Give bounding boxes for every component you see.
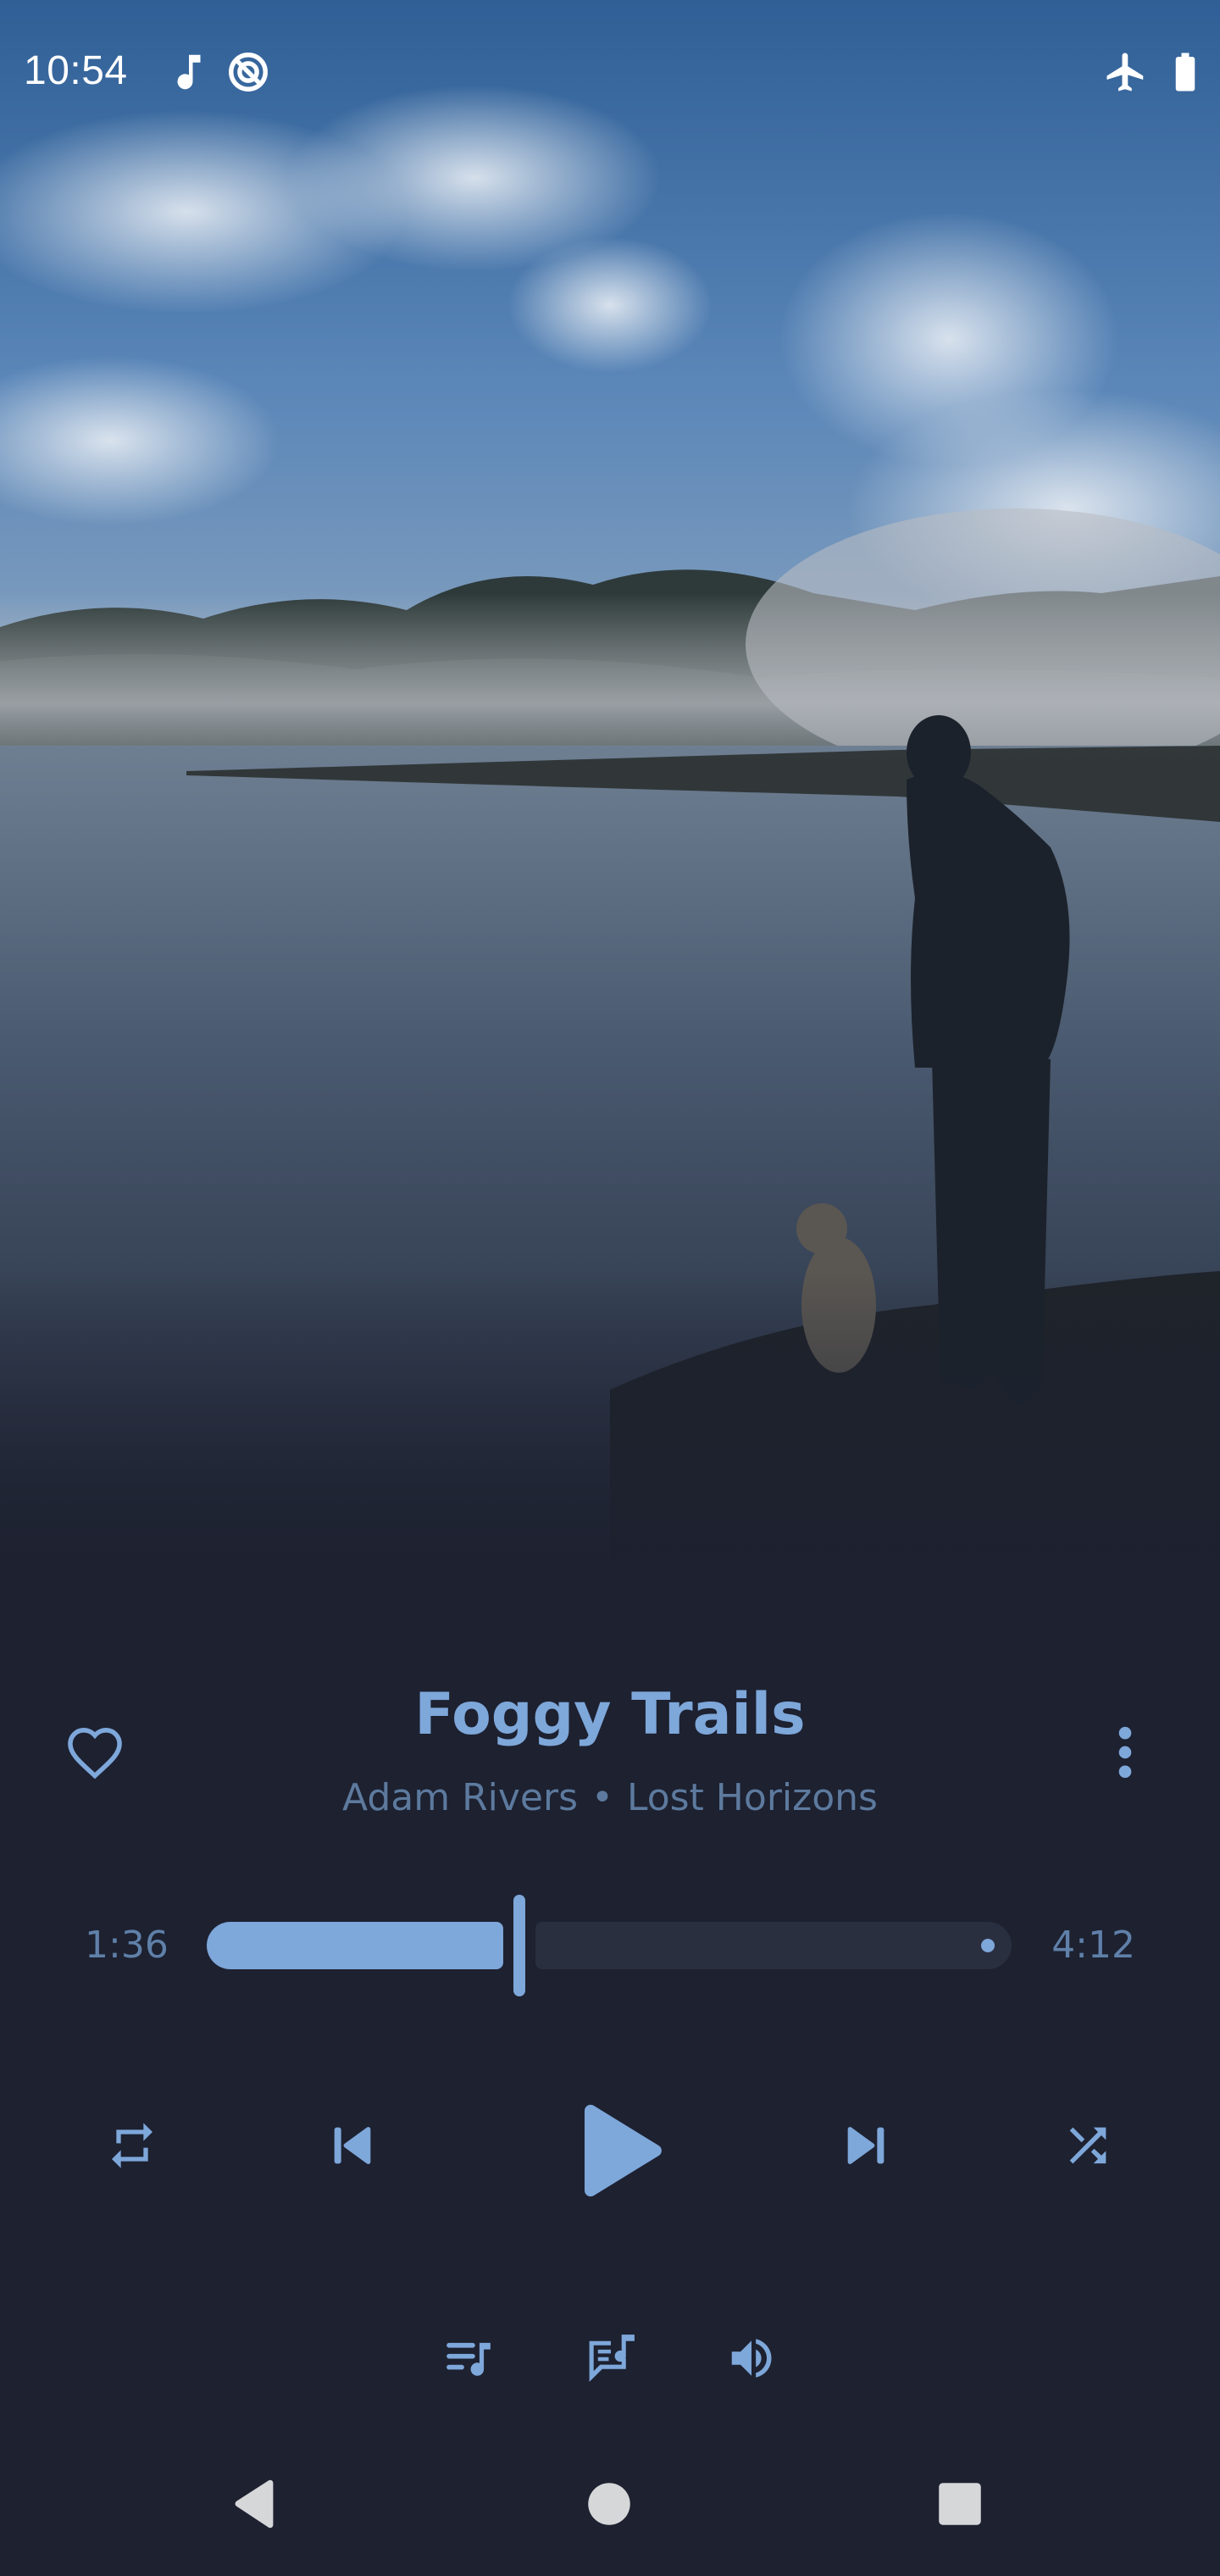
play-icon: [585, 2104, 662, 2197]
queue-button[interactable]: [442, 2332, 495, 2384]
shuffle-icon: [1069, 2127, 1106, 2164]
next-button[interactable]: [839, 2118, 893, 2173]
artist-name[interactable]: Adam Rivers: [342, 1776, 578, 1819]
track-title: Foggy Trails: [414, 1681, 806, 1748]
skip-previous-icon: [334, 2127, 371, 2164]
volume-icon: [731, 2339, 772, 2378]
status-time: 10:54: [24, 48, 128, 93]
track-subtitle: Adam Rivers • Lost Horizons: [169, 1776, 1051, 1819]
back-icon: [235, 2479, 274, 2529]
repeat-button[interactable]: [105, 2118, 159, 2173]
progress-thumb[interactable]: [513, 1895, 525, 1996]
nav-recents-button[interactable]: [937, 2481, 983, 2527]
play-button[interactable]: [568, 2100, 669, 2201]
more-vertical-icon: [1118, 1726, 1132, 1779]
volume-button[interactable]: [725, 2332, 778, 2384]
progress-slider[interactable]: [207, 1895, 1012, 1996]
elapsed-time: 1:36: [85, 1924, 169, 1967]
recents-icon: [939, 2483, 981, 2525]
progress-remaining: [535, 1922, 1012, 1969]
skip-next-icon: [847, 2127, 884, 2164]
more-options-button[interactable]: [1110, 1725, 1140, 1779]
status-bar: 10:54: [0, 0, 1220, 144]
repeat-icon: [112, 2123, 152, 2168]
progress-played: [207, 1922, 503, 1969]
queue-music-icon: [446, 2342, 491, 2376]
no-sync-icon: [225, 49, 271, 95]
home-icon: [588, 2483, 630, 2525]
previous-button[interactable]: [325, 2118, 380, 2173]
progress-end-dot: [981, 1939, 995, 1952]
nav-back-button[interactable]: [230, 2478, 278, 2530]
nav-home-button[interactable]: [586, 2481, 632, 2527]
lyrics-button[interactable]: [583, 2332, 639, 2384]
battery-icon: [1162, 49, 1208, 95]
favorite-button[interactable]: [64, 1725, 125, 1779]
album-name[interactable]: Lost Horizons: [627, 1776, 878, 1819]
heart-outline-icon: [68, 1728, 122, 1779]
shuffle-button[interactable]: [1061, 2118, 1115, 2173]
music-note-icon: [166, 49, 212, 95]
airplane-mode-icon: [1103, 49, 1149, 95]
subtitle-separator: •: [591, 1776, 613, 1819]
lyrics-icon: [589, 2334, 635, 2382]
total-time: 4:12: [1051, 1924, 1135, 1967]
album-artwork: [0, 0, 1220, 1593]
